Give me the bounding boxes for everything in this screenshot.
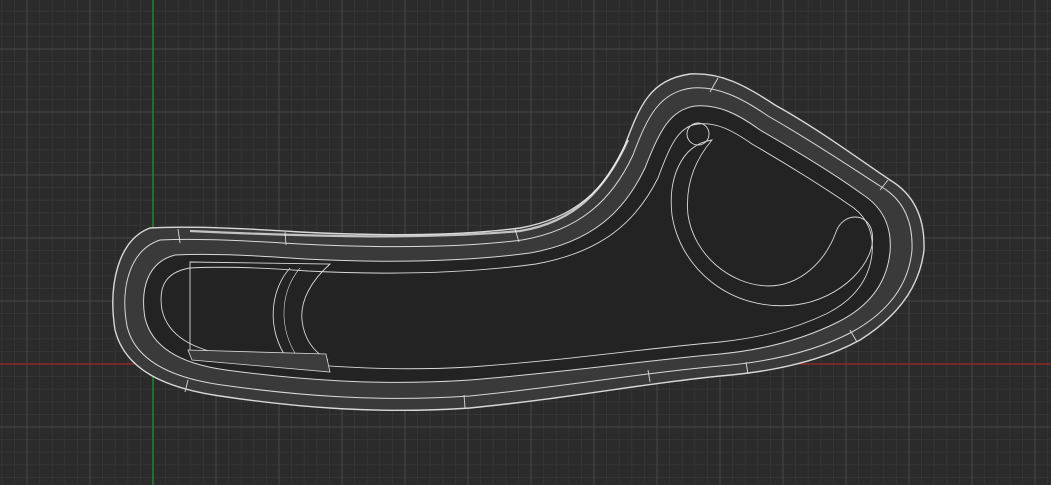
viewport-canvas[interactable] <box>0 0 1051 485</box>
cad-viewport[interactable] <box>0 0 1051 485</box>
